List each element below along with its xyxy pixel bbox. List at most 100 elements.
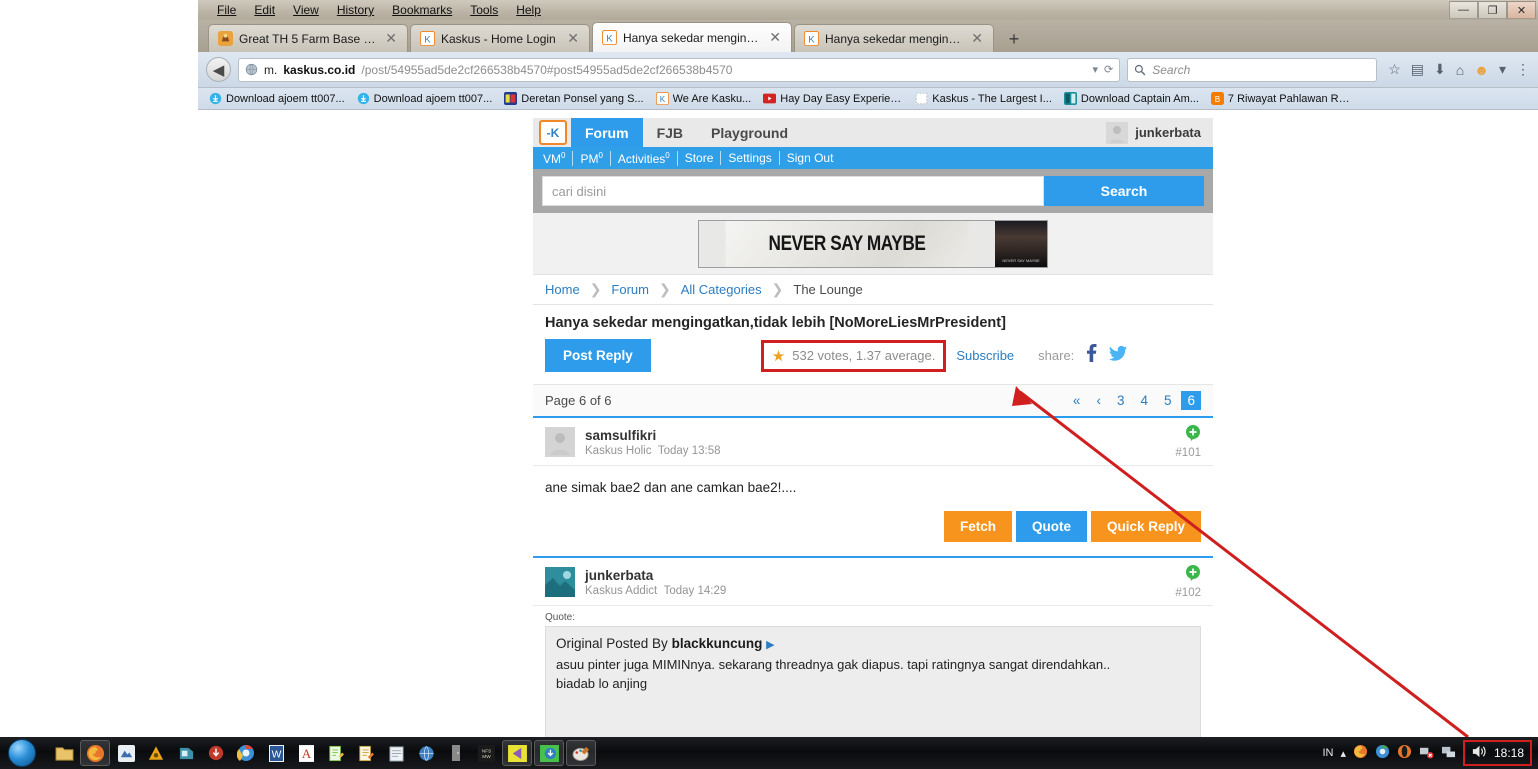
bookmark-star-icon[interactable]: ☆: [1388, 61, 1401, 78]
bookmark-item-7[interactable]: B 7 Riwayat Pahlawan Re...: [1206, 92, 1356, 105]
chrome-icon[interactable]: [232, 740, 260, 766]
menu-tools[interactable]: Tools: [461, 0, 507, 20]
nav-playground[interactable]: Playground: [697, 118, 802, 147]
subnav-activities[interactable]: Activities0: [611, 150, 678, 166]
votes-badge[interactable]: ★ 532 votes, 1.37 average.: [760, 339, 947, 372]
menu-file[interactable]: File: [208, 0, 245, 20]
plus-bubble-icon[interactable]: [1175, 425, 1201, 444]
chrome-tray-icon[interactable]: [1375, 744, 1390, 762]
download-arrow-icon[interactable]: ⬇: [1434, 61, 1446, 78]
app-red-icon[interactable]: [202, 740, 230, 766]
app-amber-icon[interactable]: [142, 740, 170, 766]
menu-history[interactable]: History: [328, 0, 383, 20]
browser-tab-3[interactable]: K Hanya sekedar mengingat... ✕: [592, 22, 792, 52]
avatar[interactable]: [545, 567, 575, 597]
download-manager-icon[interactable]: [534, 740, 564, 766]
quote-button[interactable]: Quote: [1015, 511, 1087, 542]
quick-reply-button[interactable]: Quick Reply: [1090, 511, 1201, 542]
twitter-icon[interactable]: [1109, 345, 1128, 366]
explorer-icon[interactable]: [50, 740, 78, 766]
browser-tab-4-close[interactable]: ✕: [969, 30, 985, 47]
subnav-pm[interactable]: PM0: [573, 150, 611, 166]
user-menu[interactable]: junkerbata: [1106, 118, 1213, 147]
subscribe-link[interactable]: Subscribe: [956, 348, 1014, 363]
menu-bookmarks[interactable]: Bookmarks: [383, 0, 461, 20]
door-icon[interactable]: [442, 740, 470, 766]
bookmark-item-4[interactable]: Hay Day Easy Experien...: [758, 92, 908, 105]
avatar[interactable]: [545, 427, 575, 457]
page-first[interactable]: «: [1067, 391, 1087, 410]
site-search-button[interactable]: Search: [1044, 176, 1204, 206]
new-tab-button[interactable]: +: [1000, 26, 1028, 52]
browser-search-input[interactable]: Search: [1127, 57, 1378, 82]
firefox-tray-icon[interactable]: [1353, 744, 1368, 762]
word-icon[interactable]: W: [262, 740, 290, 766]
page-4[interactable]: 4: [1134, 391, 1154, 410]
close-button[interactable]: ✕: [1507, 1, 1536, 19]
opera-tray-icon[interactable]: [1397, 744, 1412, 762]
plus-bubble-icon[interactable]: [1175, 565, 1201, 584]
notes-icon[interactable]: [322, 740, 350, 766]
minimize-button[interactable]: —: [1449, 1, 1478, 19]
quote-author[interactable]: blackkuncung: [672, 636, 763, 651]
volume-icon[interactable]: [1471, 744, 1487, 762]
bookmark-item-5[interactable]: Kaskus - The Largest I...: [910, 92, 1057, 105]
kaskus-logo-icon[interactable]: -K: [539, 120, 567, 145]
browser-tab-2-close[interactable]: ✕: [565, 30, 581, 47]
language-indicator[interactable]: IN: [1322, 747, 1333, 759]
reload-icon[interactable]: ⟳: [1104, 63, 1113, 76]
maximize-button[interactable]: ❐: [1478, 1, 1507, 19]
app-blue-icon[interactable]: [112, 740, 140, 766]
fetch-button[interactable]: Fetch: [943, 511, 1012, 542]
subnav-vm[interactable]: VM0: [543, 150, 574, 166]
menu-view[interactable]: View: [284, 0, 328, 20]
editor-icon[interactable]: [352, 740, 380, 766]
url-bar[interactable]: m. kaskus.co.id/post/54955ad5de2cf266538b…: [238, 57, 1121, 82]
ad-banner[interactable]: NEVER SAY MAYBE NEVER SAY MAYBE: [533, 213, 1213, 275]
post-reply-button[interactable]: Post Reply: [545, 339, 651, 372]
bookmark-item-1[interactable]: Download ajoem tt007...: [352, 92, 498, 105]
firefox-icon[interactable]: [80, 740, 110, 766]
nav-forum[interactable]: Forum: [571, 118, 643, 147]
post-102-author[interactable]: junkerbata: [585, 568, 1175, 583]
menu-edit[interactable]: Edit: [245, 0, 284, 20]
nfs-icon[interactable]: NFS MW: [472, 740, 500, 766]
paint-icon[interactable]: [566, 740, 596, 766]
globe-icon[interactable]: [412, 740, 440, 766]
menu-help[interactable]: Help: [507, 0, 550, 20]
menu-icon[interactable]: ⋮: [1516, 61, 1530, 78]
browser-tab-4[interactable]: K Hanya sekedar mengingat... ✕: [794, 24, 994, 52]
back-arrow-icon[interactable]: ◀: [206, 57, 231, 82]
nav-fjb[interactable]: FJB: [643, 118, 697, 147]
network-icon[interactable]: [1441, 745, 1456, 762]
page-3[interactable]: 3: [1111, 391, 1131, 410]
facebook-icon[interactable]: [1085, 344, 1098, 367]
browser-tab-1[interactable]: Great TH 5 Farm Base base ... ✕: [208, 24, 408, 52]
bookmark-item-6[interactable]: Download Captain Am...: [1059, 92, 1204, 105]
clock[interactable]: 18:18: [1494, 746, 1524, 760]
browser-tab-1-close[interactable]: ✕: [383, 30, 399, 47]
overflow-chevron-icon[interactable]: ▾: [1499, 61, 1506, 78]
page-6[interactable]: 6: [1181, 391, 1201, 410]
quote-expand-icon[interactable]: ▶: [766, 639, 774, 651]
subnav-store[interactable]: Store: [678, 151, 722, 165]
browser-tab-3-close[interactable]: ✕: [767, 29, 783, 46]
sync-account-icon[interactable]: ☻: [1474, 62, 1489, 78]
media-player-icon[interactable]: [502, 740, 532, 766]
windows-start-orb[interactable]: [0, 738, 44, 768]
reader-list-icon[interactable]: ▤: [1411, 61, 1424, 78]
acrobat-icon[interactable]: A: [292, 740, 320, 766]
page-prev[interactable]: ‹: [1090, 391, 1107, 410]
browser-tab-2[interactable]: K Kaskus - Home Login ✕: [410, 24, 590, 52]
home-icon[interactable]: ⌂: [1456, 62, 1464, 78]
subnav-signout[interactable]: Sign Out: [780, 151, 841, 165]
post-101-author[interactable]: samsulfikri: [585, 428, 1175, 443]
chevron-down-icon[interactable]: ▾: [1092, 63, 1098, 76]
app-teal-icon[interactable]: [172, 740, 200, 766]
page-5[interactable]: 5: [1158, 391, 1178, 410]
breadcrumb-forum[interactable]: Forum: [611, 282, 649, 297]
show-hidden-icon[interactable]: ▴: [1340, 747, 1346, 760]
bookmark-item-3[interactable]: K We Are Kasku...: [651, 92, 757, 105]
bookmark-item-0[interactable]: Download ajoem tt007...: [204, 92, 350, 105]
bookmark-item-2[interactable]: Deretan Ponsel yang S...: [499, 92, 648, 105]
